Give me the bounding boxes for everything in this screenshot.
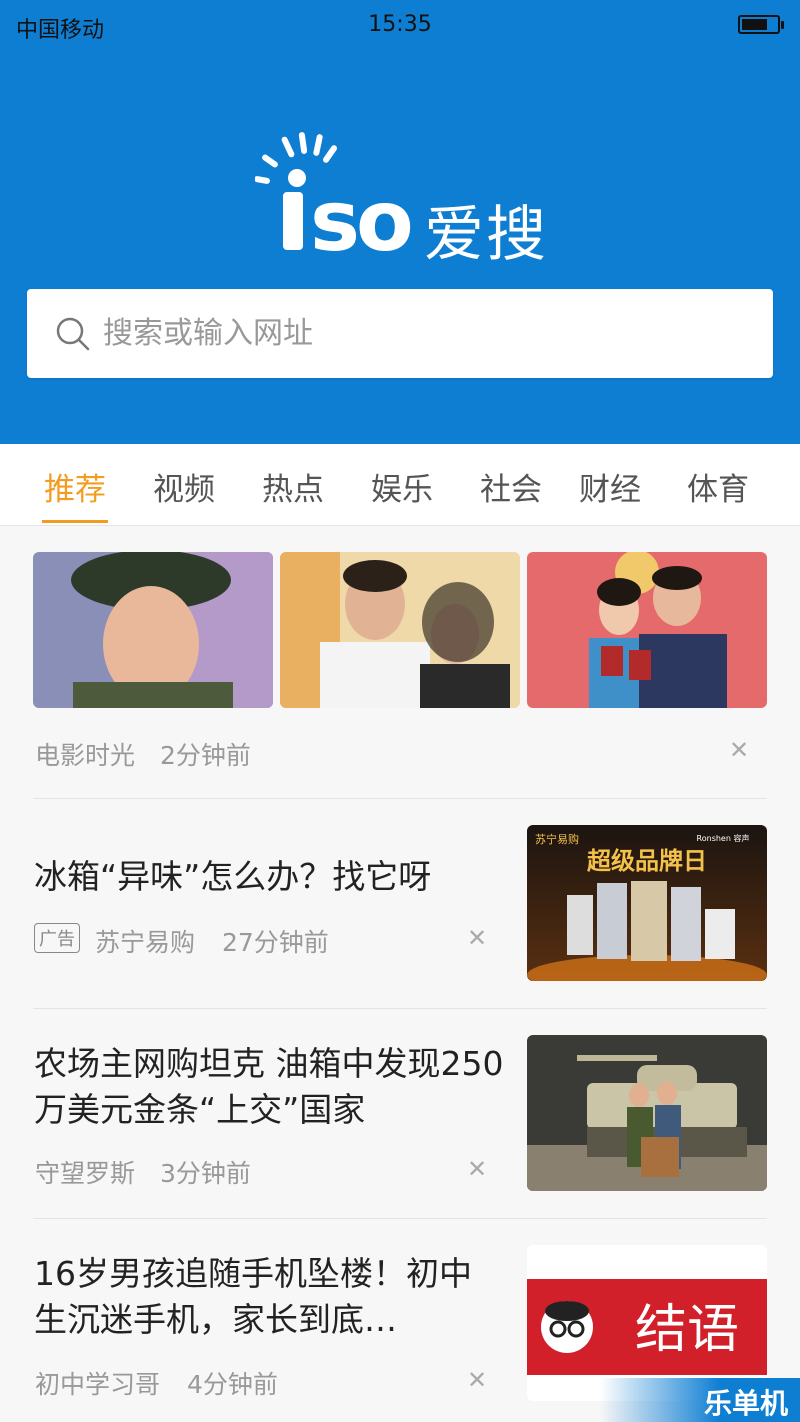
article-image[interactable]: [527, 1035, 767, 1191]
tab-finance[interactable]: 财经: [565, 464, 655, 509]
ad-image[interactable]: 苏宁易购 Ronshen 容声 超级品牌日: [527, 825, 767, 981]
tab-entertainment[interactable]: 娱乐: [357, 464, 447, 509]
item-time: 2分钟前: [160, 741, 251, 770]
tab-hot[interactable]: 热点: [248, 464, 338, 509]
news-feed[interactable]: 电影时光 2分钟前 ✕ 冰箱“异味”怎么办？找它呀 广告 苏宁易购 27分钟前 …: [0, 526, 800, 1422]
battery-level: [742, 19, 768, 30]
tab-video[interactable]: 视频: [139, 464, 229, 509]
status-bar: 中国移动 15:35: [0, 0, 800, 50]
image-caption: 结语: [635, 1300, 739, 1360]
gallery-photo-1[interactable]: [33, 552, 273, 708]
tab-society[interactable]: 社会: [466, 464, 556, 509]
dismiss-close-icon[interactable]: ✕: [729, 736, 749, 764]
item-title[interactable]: 冰箱“异味”怎么办？找它呀: [34, 854, 504, 900]
ad-badge: 广告: [34, 923, 80, 953]
watermark-text: 乐单机: [703, 1387, 788, 1420]
header: 中国移动 15:35 so 爱搜: [0, 0, 800, 444]
item-source: 初中学习哥: [35, 1370, 161, 1399]
item-source: 苏宁易购: [95, 928, 196, 957]
active-tab-indicator: [42, 520, 108, 523]
dismiss-close-icon[interactable]: ✕: [467, 1155, 487, 1183]
ad-slogan-text: 超级品牌日: [587, 847, 707, 875]
search-bar[interactable]: [27, 289, 773, 378]
gallery-photo-3[interactable]: [527, 552, 767, 708]
divider: [33, 1008, 767, 1009]
ad-corner-text: Ronshen 容声: [697, 833, 750, 843]
item-time: 3分钟前: [160, 1159, 251, 1188]
search-icon: [56, 317, 90, 351]
battery-icon: [738, 15, 784, 34]
search-input[interactable]: [103, 289, 743, 378]
clock: 15:35: [368, 12, 432, 37]
tab-recommend[interactable]: 推荐: [30, 464, 120, 509]
divider: [33, 1218, 767, 1219]
tab-sports[interactable]: 体育: [673, 464, 763, 509]
gallery-photo-2[interactable]: [280, 552, 520, 708]
dismiss-close-icon[interactable]: ✕: [467, 1366, 487, 1394]
item-time: 4分钟前: [187, 1370, 278, 1399]
logo-text: 爱搜: [424, 200, 548, 270]
svg-text:so: so: [310, 172, 411, 260]
item-title[interactable]: 农场主网购坦克 油箱中发现250万美元金条“上交”国家: [34, 1041, 504, 1133]
watermark: 乐单机: [600, 1378, 800, 1422]
item-time: 27分钟前: [222, 928, 329, 957]
item-title[interactable]: 16岁男孩追随手机坠楼！初中生沉迷手机，家长到底…: [34, 1251, 504, 1343]
dismiss-close-icon[interactable]: ✕: [467, 924, 487, 952]
item-source: 电影时光: [35, 741, 136, 770]
ad-brand-text: 苏宁易购: [535, 832, 579, 846]
gallery-images[interactable]: [33, 552, 767, 708]
category-tabs: 推荐 视频 热点 娱乐 社会 财经 体育: [0, 444, 800, 526]
divider: [33, 798, 767, 799]
item-source: 守望罗斯: [35, 1159, 136, 1188]
